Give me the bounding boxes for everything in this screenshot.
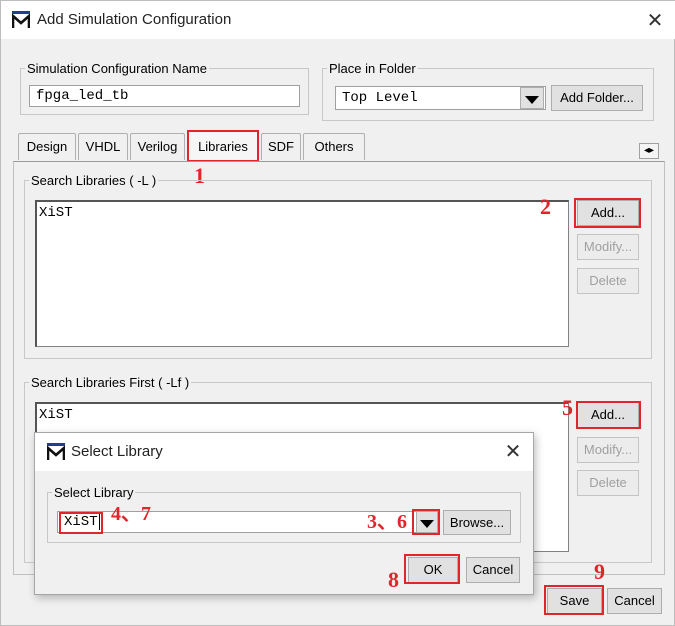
highlight-ok-button: [404, 554, 460, 584]
add-folder-button[interactable]: Add Folder...: [551, 85, 643, 111]
highlight-dropdown-button: [412, 509, 440, 535]
annotation-9: 9: [594, 559, 605, 584]
search-libraries-delete-button[interactable]: Delete: [577, 268, 639, 294]
title-bar: Add Simulation Configuration ✕: [1, 1, 675, 39]
tab-design[interactable]: Design: [18, 133, 76, 160]
annotation-5: 5: [562, 395, 573, 420]
annotation-2: 2: [540, 194, 551, 219]
highlight-add-button: [574, 198, 641, 228]
folder-dropdown-button[interactable]: [520, 87, 544, 109]
dialog-title: Select Library: [71, 443, 163, 460]
search-libraries-first-modify-button[interactable]: Modify...: [577, 437, 639, 463]
select-library-dialog: Select Library ✕ Select Library XiST 4、7…: [34, 432, 534, 595]
search-libraries-modify-button[interactable]: Modify...: [577, 234, 639, 260]
annotation-3-6: 3、6: [367, 511, 407, 533]
highlight-save-button: [544, 585, 604, 615]
cancel-button[interactable]: Cancel: [607, 588, 662, 614]
window-title: Add Simulation Configuration: [37, 11, 232, 28]
dialog-title-bar: Select Library ✕: [35, 433, 533, 471]
config-name-input[interactable]: fpga_led_tb: [29, 85, 300, 107]
highlight-add-first-button: [576, 401, 641, 429]
close-icon[interactable]: ✕: [643, 11, 667, 31]
list-item[interactable]: XiST: [39, 205, 566, 221]
modelsim-logo-icon: [12, 11, 30, 28]
annotation-8: 8: [388, 567, 399, 592]
folder-select[interactable]: Top Level: [335, 86, 546, 110]
annotation-4-7: 4、7: [111, 503, 151, 525]
tab-sdf[interactable]: SDF: [261, 133, 301, 160]
search-libraries-label: Search Libraries ( -L ): [31, 173, 157, 188]
dialog-cancel-button[interactable]: Cancel: [466, 557, 520, 583]
tab-scroll-arrows-icon[interactable]: ◂▸: [639, 143, 659, 159]
highlight-tab-libraries: [187, 130, 259, 162]
search-libraries-list[interactable]: XiST: [35, 200, 569, 347]
highlight-library-input: [59, 512, 103, 534]
browse-button[interactable]: Browse...: [443, 510, 511, 535]
search-libraries-first-delete-button[interactable]: Delete: [577, 470, 639, 496]
search-libraries-first-label: Search Libraries First ( -Lf ): [31, 375, 190, 390]
dialog-library-label: Select Library: [54, 485, 134, 500]
close-icon[interactable]: ✕: [501, 442, 525, 462]
tab-others[interactable]: Others: [303, 133, 365, 160]
tab-vhdl[interactable]: VHDL: [78, 133, 128, 160]
folder-label: Place in Folder: [329, 61, 416, 76]
modelsim-logo-icon: [47, 443, 65, 460]
list-item[interactable]: XiST: [39, 407, 566, 423]
tab-verilog[interactable]: Verilog: [130, 133, 185, 160]
config-name-label: Simulation Configuration Name: [27, 61, 207, 76]
chevron-down-icon: [525, 96, 539, 104]
